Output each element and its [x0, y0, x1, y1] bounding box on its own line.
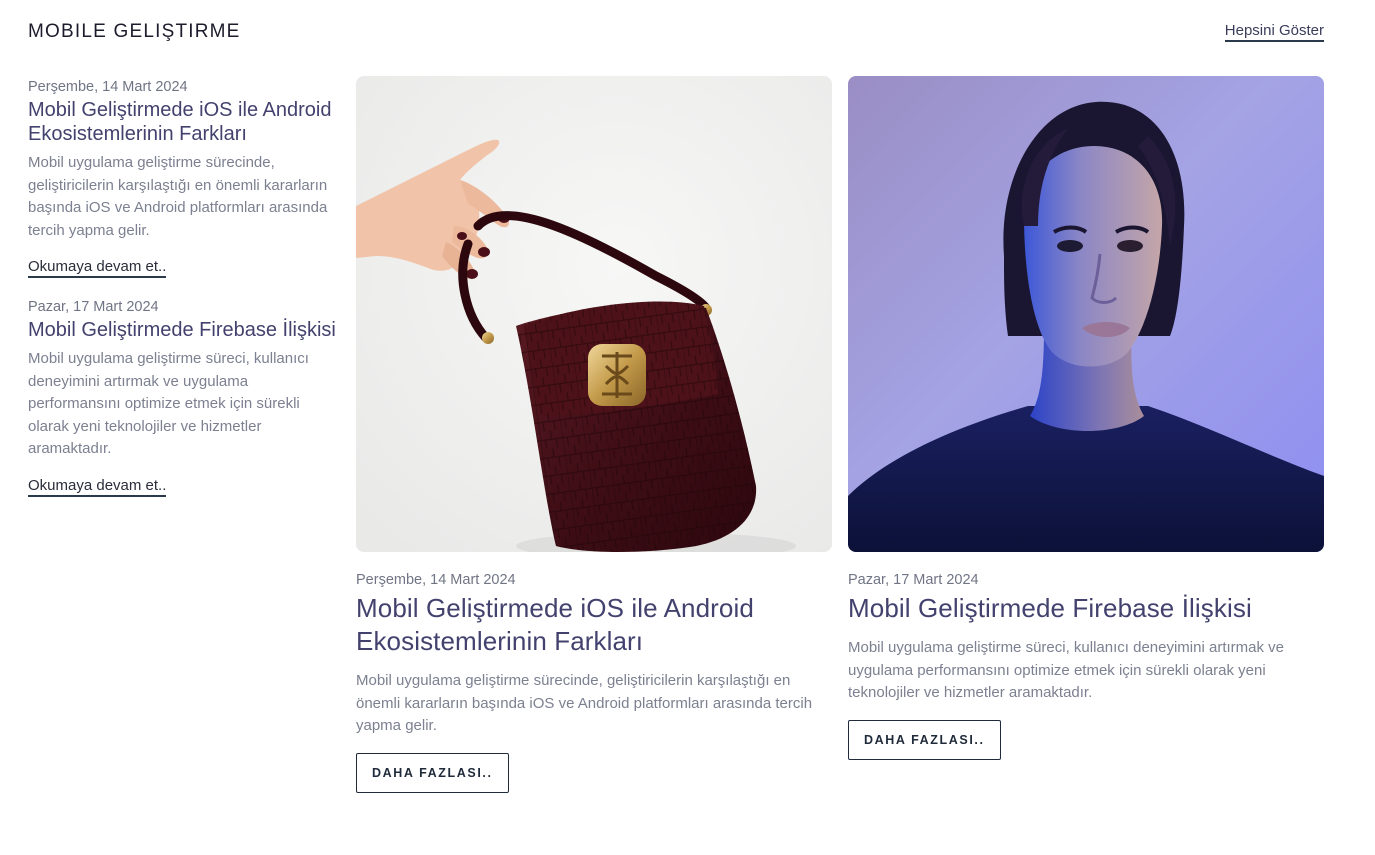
side-post-date: Perşembe, 14 Mart 2024 [28, 79, 188, 95]
post-card: Perşembe, 14 Mart 2024 Mobil Geliştirmed… [356, 76, 832, 793]
side-post-list: Perşembe, 14 Mart 2024 Mobil Geliştirmed… [28, 78, 343, 517]
post-card: Pazar, 17 Mart 2024 Mobil Geliştirmede F… [848, 76, 1324, 760]
side-post-date: Pazar, 17 Mart 2024 [28, 299, 159, 315]
side-post: Perşembe, 14 Mart 2024 Mobil Geliştirmed… [28, 78, 343, 278]
read-more-link[interactable]: Okumaya devam et.. [28, 258, 167, 278]
card-excerpt: Mobil uygulama geliştirme süreci, kullan… [848, 639, 1284, 701]
handbag-photo[interactable] [356, 76, 832, 552]
show-all-link[interactable]: Hepsini Göster [1224, 22, 1324, 42]
read-more-link[interactable]: Okumaya devam et.. [28, 477, 167, 497]
card-title[interactable]: Mobil Geliştirmede iOS ile Android Ekosi… [356, 592, 832, 658]
side-post: Pazar, 17 Mart 2024 Mobil Geliştirmede F… [28, 298, 343, 497]
side-post-excerpt: Mobil uygulama geliştirme süreci, kullan… [28, 350, 309, 457]
more-button[interactable]: DAHA FAZLASI.. [848, 719, 1001, 760]
card-title[interactable]: Mobil Geliştirmede Firebase İlişkisi [848, 592, 1324, 625]
side-post-title[interactable]: Mobil Geliştirmede iOS ile Android Ekosi… [28, 98, 343, 146]
card-excerpt: Mobil uygulama geliştirme sürecinde, gel… [356, 672, 813, 734]
side-post-excerpt: Mobil uygulama geliştirme sürecinde, gel… [28, 154, 328, 239]
side-post-title[interactable]: Mobil Geliştirmede Firebase İlişkisi [28, 318, 343, 342]
more-button[interactable]: DAHA FAZLASI.. [356, 752, 509, 793]
card-date: Perşembe, 14 Mart 2024 [356, 572, 516, 588]
portrait-photo[interactable] [848, 76, 1324, 552]
section-title: MOBILE GELIŞTIRME [28, 21, 241, 42]
card-date: Pazar, 17 Mart 2024 [848, 572, 979, 588]
